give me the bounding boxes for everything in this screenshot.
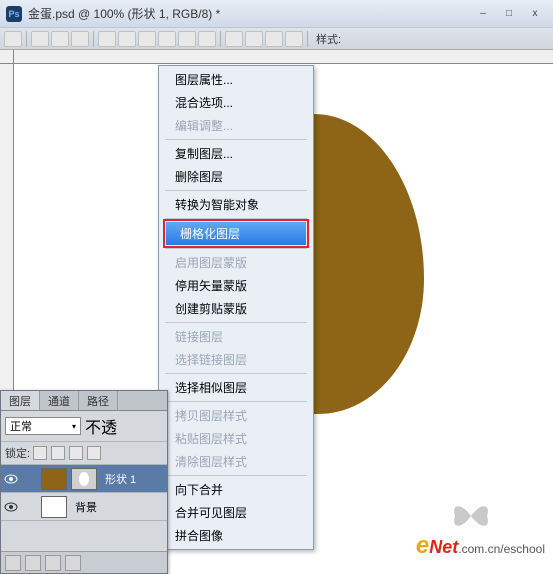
- combine-icon[interactable]: [225, 31, 243, 47]
- shape-tool-icon[interactable]: [4, 31, 22, 47]
- lock-position-icon[interactable]: [69, 446, 83, 460]
- opacity-label: 不透: [85, 414, 117, 438]
- custom-icon[interactable]: [198, 31, 216, 47]
- menu-item: 选择链接图层: [161, 348, 311, 371]
- layer-thumbnail[interactable]: [41, 496, 67, 518]
- blend-mode-select[interactable]: 正常 ▾: [5, 417, 81, 435]
- fx-icon[interactable]: [25, 555, 41, 571]
- menu-item[interactable]: 选择相似图层: [161, 376, 311, 399]
- lock-label: 锁定:: [5, 445, 30, 461]
- ruler-origin[interactable]: [0, 50, 14, 64]
- rect-icon[interactable]: [98, 31, 116, 47]
- menu-item[interactable]: 图层属性...: [161, 68, 311, 91]
- app-icon: [6, 6, 22, 22]
- menu-highlight-box: 栅格化图层: [163, 219, 309, 248]
- options-bar: 样式:: [0, 28, 553, 50]
- separator: [26, 31, 27, 47]
- blend-mode-value: 正常: [10, 418, 32, 434]
- panel-lock-row: 锁定:: [1, 442, 167, 465]
- menu-separator: [165, 190, 307, 191]
- panel-blend-row: 正常 ▾ 不透: [1, 411, 167, 442]
- window-controls: – □ x: [471, 6, 547, 22]
- tab-paths[interactable]: 路径: [79, 391, 118, 410]
- menu-item: 编辑调整...: [161, 114, 311, 137]
- watermark-rest: .com.cn/eschool: [458, 542, 545, 556]
- menu-item[interactable]: 向下合并: [161, 478, 311, 501]
- separator: [307, 31, 308, 47]
- menu-item[interactable]: 拼合图像: [161, 524, 311, 547]
- intersect-icon[interactable]: [265, 31, 283, 47]
- lock-transparency-icon[interactable]: [33, 446, 47, 460]
- menu-item[interactable]: 停用矢量蒙版: [161, 274, 311, 297]
- panel-footer: [1, 551, 167, 573]
- menu-item[interactable]: 创建剪贴蒙版: [161, 297, 311, 320]
- butterfly-watermark: [449, 498, 493, 534]
- style-label: 样式:: [316, 31, 341, 47]
- maximize-button[interactable]: □: [497, 6, 521, 22]
- layer-name: 形状 1: [99, 471, 136, 487]
- vector-mask-thumbnail[interactable]: [71, 468, 97, 490]
- shape-mode-icon[interactable]: [31, 31, 49, 47]
- menu-item[interactable]: 转换为智能对象: [161, 193, 311, 216]
- window-titlebar: 金蛋.psd @ 100% (形状 1, RGB/8) * – □ x: [0, 0, 553, 28]
- layer-list-empty: [1, 521, 167, 551]
- menu-item: 启用图层蒙版: [161, 251, 311, 274]
- layer-thumbnail[interactable]: [41, 468, 67, 490]
- menu-separator: [165, 475, 307, 476]
- fill-mode-icon[interactable]: [71, 31, 89, 47]
- layer-row[interactable]: 背景: [1, 493, 167, 521]
- menu-item[interactable]: 复制图层...: [161, 142, 311, 165]
- layer-list: 形状 1 背景: [1, 465, 167, 551]
- watermark-e: e: [416, 532, 429, 559]
- tab-channels[interactable]: 通道: [40, 391, 79, 410]
- tab-layers[interactable]: 图层: [1, 391, 40, 410]
- layers-panel: 图层 通道 路径 正常 ▾ 不透 锁定: 形状 1: [0, 390, 168, 574]
- mask-icon[interactable]: [45, 555, 61, 571]
- subtract-icon[interactable]: [245, 31, 263, 47]
- separator: [93, 31, 94, 47]
- layer-context-menu: 图层属性...混合选项...编辑调整... 复制图层...删除图层转换为智能对象栅…: [158, 65, 314, 550]
- window-title: 金蛋.psd @ 100% (形状 1, RGB/8) *: [28, 5, 471, 22]
- menu-item: 链接图层: [161, 325, 311, 348]
- chevron-down-icon: ▾: [72, 422, 76, 431]
- lock-all-icon[interactable]: [87, 446, 101, 460]
- menu-item: 粘贴图层样式: [161, 427, 311, 450]
- separator: [220, 31, 221, 47]
- adjustment-icon[interactable]: [65, 555, 81, 571]
- menu-separator: [165, 322, 307, 323]
- menu-separator: [165, 248, 307, 249]
- roundrect-icon[interactable]: [118, 31, 136, 47]
- layer-name: 背景: [69, 499, 97, 515]
- minimize-button[interactable]: –: [471, 6, 495, 22]
- eye-icon: [4, 502, 18, 512]
- watermark-text: eNet.com.cn/eschool: [416, 532, 545, 560]
- menu-item[interactable]: 混合选项...: [161, 91, 311, 114]
- menu-item-rasterize[interactable]: 栅格化图层: [166, 222, 306, 245]
- close-button[interactable]: x: [523, 6, 547, 22]
- lock-pixels-icon[interactable]: [51, 446, 65, 460]
- layer-row[interactable]: 形状 1: [1, 465, 167, 493]
- menu-item: 拷贝图层样式: [161, 404, 311, 427]
- menu-item[interactable]: 合并可见图层: [161, 501, 311, 524]
- panel-tabs: 图层 通道 路径: [1, 391, 167, 411]
- exclude-icon[interactable]: [285, 31, 303, 47]
- ruler-horizontal[interactable]: [14, 50, 553, 64]
- menu-separator: [165, 401, 307, 402]
- link-layers-icon[interactable]: [5, 555, 21, 571]
- polygon-icon[interactable]: [158, 31, 176, 47]
- menu-separator: [165, 373, 307, 374]
- watermark-net: Net: [429, 537, 458, 557]
- line-icon[interactable]: [178, 31, 196, 47]
- visibility-toggle[interactable]: [1, 502, 21, 512]
- eye-icon: [4, 474, 18, 484]
- path-mode-icon[interactable]: [51, 31, 69, 47]
- ellipse-icon[interactable]: [138, 31, 156, 47]
- visibility-toggle[interactable]: [1, 474, 21, 484]
- menu-separator: [165, 139, 307, 140]
- menu-item[interactable]: 删除图层: [161, 165, 311, 188]
- menu-item: 清除图层样式: [161, 450, 311, 473]
